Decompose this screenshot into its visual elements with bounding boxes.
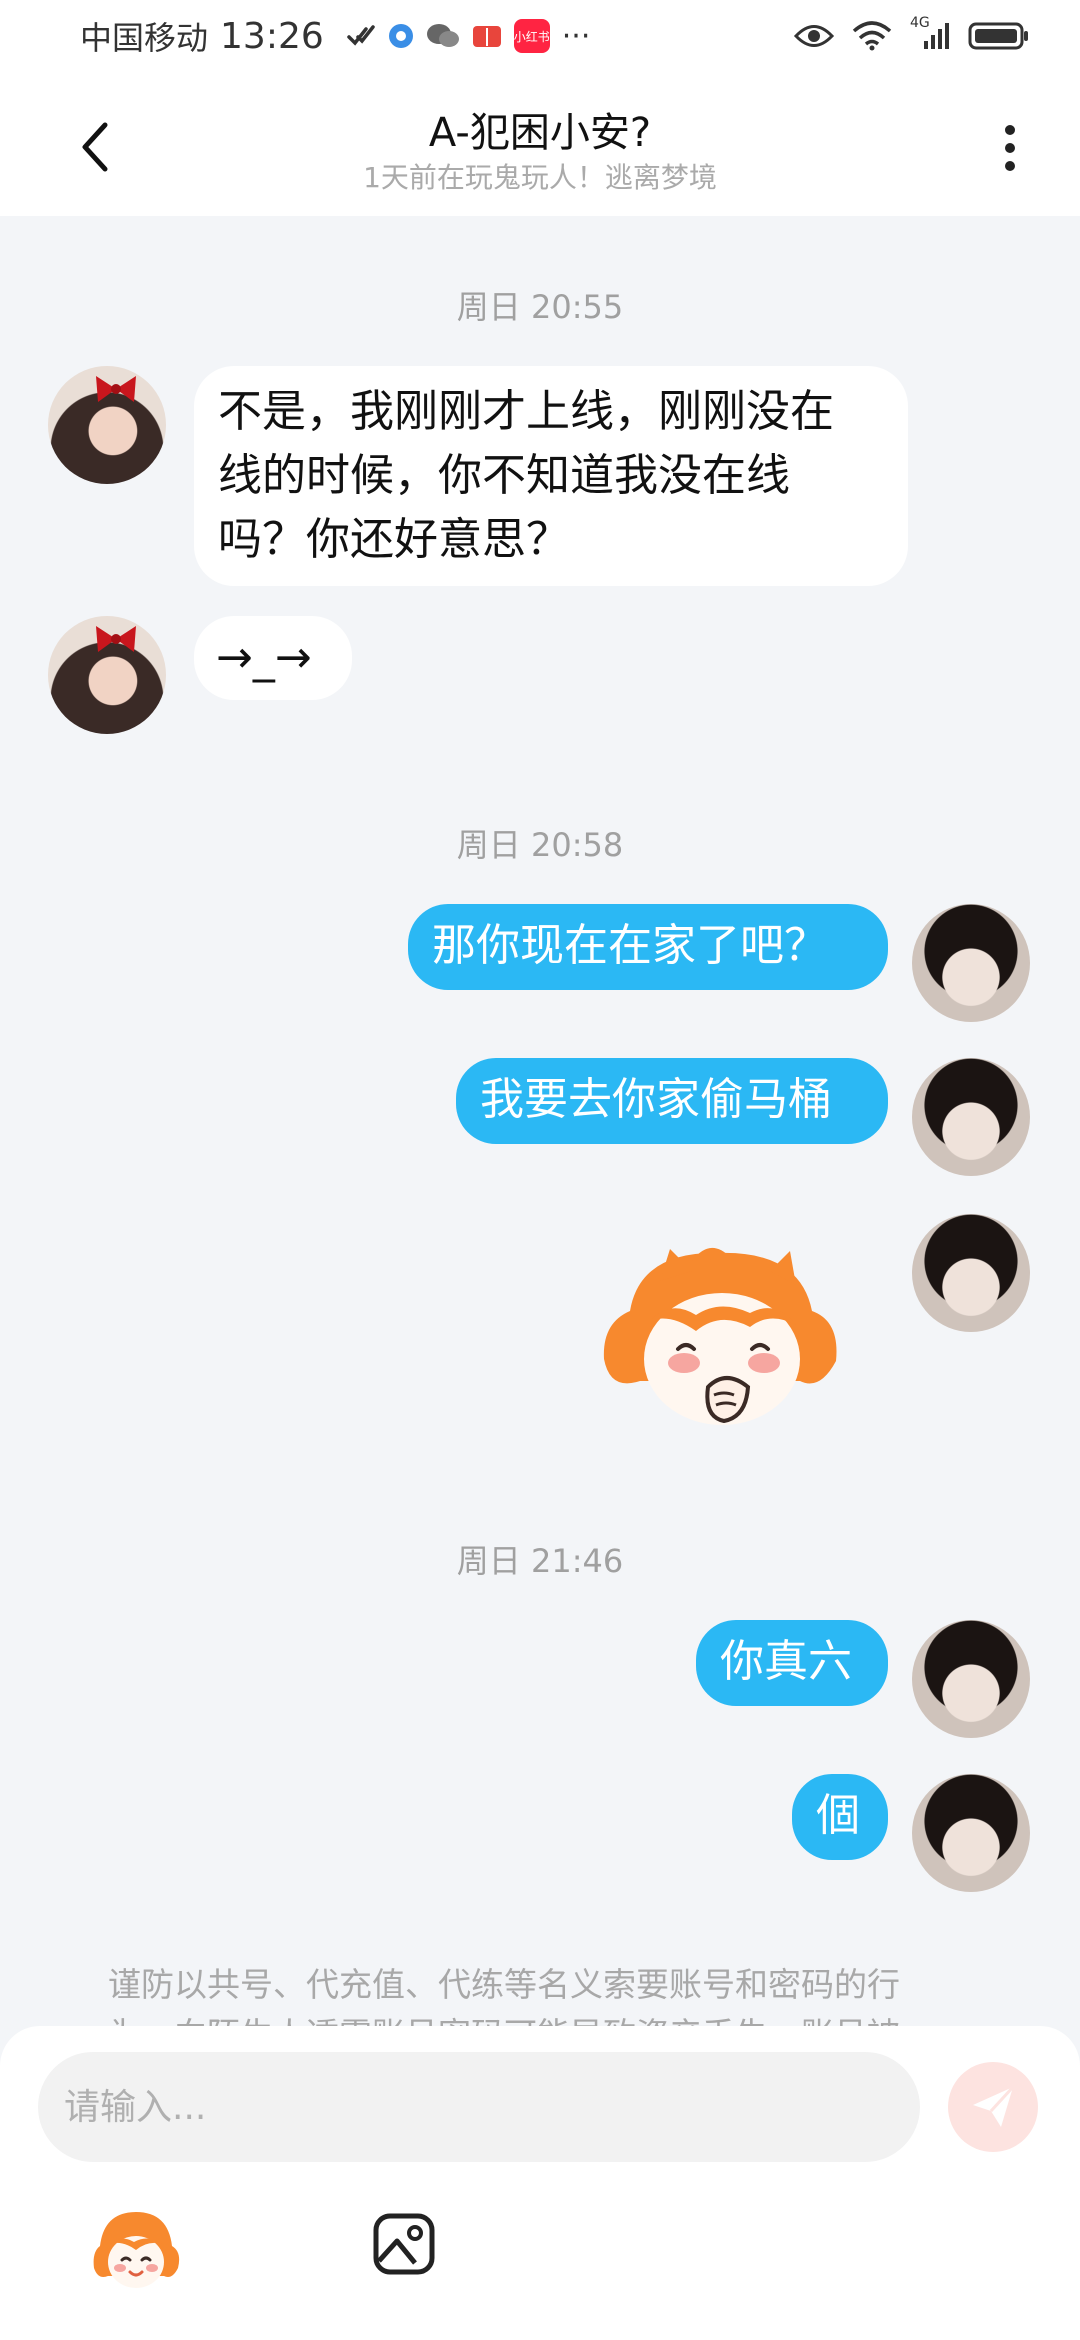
message-text: →_→ xyxy=(216,632,312,683)
message-line: 吗？你还好意思？ xyxy=(218,514,570,565)
image-picker-button[interactable] xyxy=(368,2208,440,2280)
laughing-girl-sticker[interactable] xyxy=(600,1241,840,1441)
my-avatar[interactable] xyxy=(912,1214,1030,1332)
notification-arrows-icon xyxy=(346,23,376,49)
contact-name: A-犯困小安? xyxy=(428,110,652,156)
paper-plane-icon xyxy=(973,2085,1015,2127)
book-app-icon xyxy=(472,23,502,49)
send-button[interactable] xyxy=(948,2062,1038,2152)
network-type-label: 4G xyxy=(910,15,930,31)
sticker-picker-button[interactable] xyxy=(90,2206,182,2298)
clock: 13:26 xyxy=(220,15,324,57)
my-avatar[interactable] xyxy=(912,904,1030,1022)
my-avatar[interactable] xyxy=(912,1058,1030,1176)
notice-line: 谨防以共号、代充值、代练等名义索要账号和密码的行 xyxy=(108,1965,900,2004)
red-bow-icon xyxy=(96,376,136,402)
my-avatar[interactable] xyxy=(912,1620,1030,1738)
safety-notice: 谨防以共号、代充值、代练等名义索要账号和密码的行 为，向陌生人透露账号密码可能导… xyxy=(108,1960,988,2030)
app-notification-icon xyxy=(388,23,414,49)
dot xyxy=(1005,143,1015,153)
message-line: 线的时候，你不知道我没在线 xyxy=(218,450,790,501)
dot xyxy=(1005,161,1015,171)
contact-status: 1天前在玩鬼玩人！逃离梦境 xyxy=(363,161,717,194)
wifi-icon xyxy=(852,21,892,51)
red-bow-icon xyxy=(96,626,136,652)
more-notifications-dots: ··· xyxy=(561,18,591,54)
message-text: 那你现在在家了吧？ xyxy=(432,920,828,971)
message-bubble[interactable]: 你真六 xyxy=(696,1620,888,1706)
dot xyxy=(1005,125,1015,135)
image-icon xyxy=(373,2213,435,2275)
chat-header: A-犯困小安? 1天前在玩鬼玩人！逃离梦境 xyxy=(0,72,1080,216)
wechat-icon xyxy=(426,22,460,50)
timestamp: 周日 21:46 xyxy=(456,1542,624,1580)
message-text: 我要去你家偷马桶 xyxy=(480,1074,832,1125)
carrier-label: 中国移动 xyxy=(80,19,209,57)
my-avatar[interactable] xyxy=(912,1774,1030,1892)
timestamp: 周日 20:55 xyxy=(456,288,624,326)
xiaohongshu-label: 小红书 xyxy=(513,29,550,44)
message-bubble[interactable]: 我要去你家偷马桶 xyxy=(456,1058,888,1144)
message-input[interactable] xyxy=(38,2052,920,2162)
message-text: 個 xyxy=(816,1790,860,1841)
message-bubble[interactable]: 那你现在在家了吧？ xyxy=(408,904,888,990)
contact-avatar[interactable] xyxy=(48,366,166,484)
cellular-signal-icon: 4G xyxy=(910,15,950,51)
xiaohongshu-icon: 小红书 xyxy=(513,19,550,53)
timestamp: 周日 20:58 xyxy=(456,826,624,864)
message-bubble[interactable]: →_→ xyxy=(194,616,352,700)
battery-icon xyxy=(968,21,1030,51)
message-bubble[interactable]: 不是，我刚刚才上线，刚刚没在 线的时候，你不知道我没在线 吗？你还好意思？ xyxy=(194,366,908,586)
status-bar: 中国移动 13:26 小红书 ··· 4G xyxy=(0,0,1080,72)
more-options-button[interactable] xyxy=(980,108,1040,188)
eye-icon xyxy=(794,23,834,49)
message-text: 你真六 xyxy=(720,1636,852,1687)
contact-avatar[interactable] xyxy=(48,616,166,734)
message-bubble[interactable]: 個 xyxy=(792,1774,888,1860)
message-line: 不是，我刚刚才上线，刚刚没在 xyxy=(218,386,834,437)
input-panel xyxy=(0,2026,1080,2340)
message-list[interactable]: 周日 20:55 不是，我刚刚才上线，刚刚没在 线的时候，你不知道我没在线 吗？… xyxy=(0,216,1080,2026)
